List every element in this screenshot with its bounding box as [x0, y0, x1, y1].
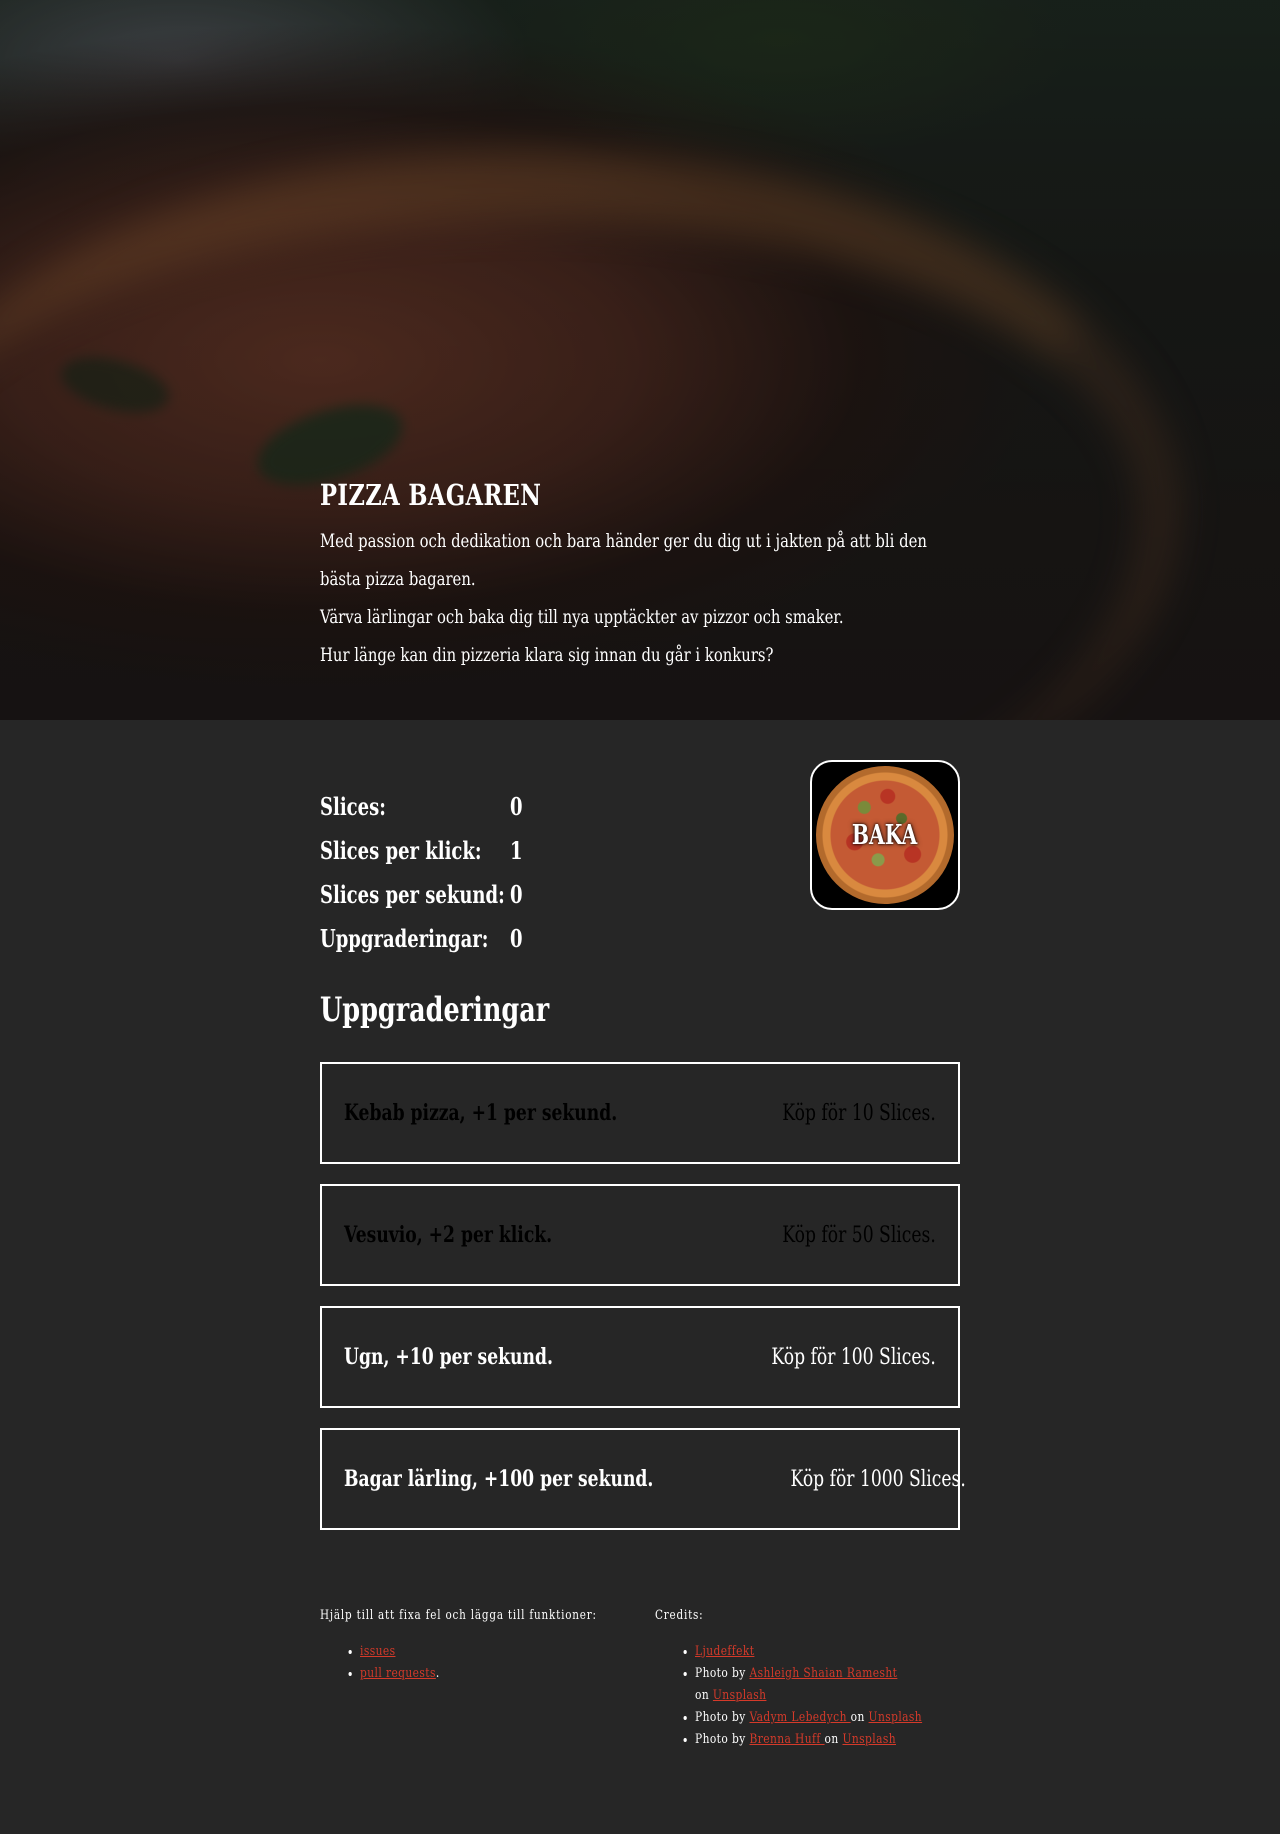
upgrades-heading: Uppgraderingar — [320, 990, 550, 1030]
stat-label: Slices per sekund: — [320, 879, 505, 909]
list-item: Ljudeffekt — [695, 1641, 925, 1663]
photo-on: on — [695, 1688, 713, 1703]
upgrade-price: Köp för 10 Slices. — [782, 1100, 936, 1126]
list-item: Photo by Brenna Huff on Unsplash — [695, 1729, 925, 1751]
photographer-link[interactable]: Vadym Lebedych — [749, 1710, 850, 1725]
footer-help: Hjälp till att fixa fel och lägga till f… — [320, 1608, 640, 1685]
footer-help-heading: Hjälp till att fixa fel och lägga till f… — [320, 1608, 597, 1623]
upgrade-name: Bagar lärling, +100 per sekund. — [344, 1466, 654, 1492]
footer-credits-list: Ljudeffekt Photo by Ashleigh Shaian Rame… — [655, 1641, 975, 1751]
upgrade-price: Köp för 100 Slices. — [771, 1344, 936, 1370]
pull-requests-link[interactable]: pull requests — [360, 1666, 436, 1681]
list-item: pull requests. — [360, 1663, 590, 1685]
baka-button-label: BAKA — [812, 762, 958, 908]
baka-button[interactable]: BAKA — [810, 760, 960, 910]
stats-panel: Slices: 0 Slices per klick: 1 Slices per… — [320, 784, 527, 960]
hero-description: Med passion och dedikation och bara händ… — [320, 522, 960, 674]
stat-upgrades: Uppgraderingar: 0 — [320, 916, 527, 960]
photographer-link[interactable]: Brenna Huff — [749, 1732, 824, 1747]
hero-content: PIZZA BAGAREN Med passion och dedikation… — [320, 478, 960, 674]
upgrade-item-ugn[interactable]: Ugn, +10 per sekund. Köp för 100 Slices. — [320, 1306, 960, 1408]
sound-effect-link[interactable]: Ljudeffekt — [695, 1644, 754, 1659]
unsplash-link[interactable]: Unsplash — [869, 1710, 923, 1725]
footer-credits: Credits: Ljudeffekt Photo by Ashleigh Sh… — [655, 1608, 975, 1751]
photo-prefix: Photo by — [695, 1732, 750, 1747]
list-item: Photo by Ashleigh Shaian Ramesht on Unsp… — [695, 1663, 908, 1707]
footer-help-list: issues pull requests. — [320, 1641, 640, 1685]
stat-value-slices: 0 — [510, 791, 523, 821]
unsplash-link[interactable]: Unsplash — [713, 1688, 767, 1703]
upgrade-price: Köp för 50 Slices. — [782, 1222, 936, 1248]
upgrades-list: Kebab pizza, +1 per sekund. Köp för 10 S… — [320, 1062, 965, 1550]
unsplash-link[interactable]: Unsplash — [842, 1732, 896, 1747]
photo-prefix: Photo by — [695, 1666, 750, 1681]
issues-link[interactable]: issues — [360, 1644, 395, 1659]
stat-label: Slices: — [320, 791, 386, 821]
stat-value-upgrades: 0 — [510, 923, 523, 953]
hero-line: Värva lärlingar och baka dig till nya up… — [320, 606, 844, 628]
stat-label: Slices per klick: — [320, 835, 482, 865]
stat-value-slices-per-click: 1 — [510, 835, 523, 865]
stat-slices-per-click: Slices per klick: 1 — [320, 828, 527, 872]
upgrade-item-kebab-pizza[interactable]: Kebab pizza, +1 per sekund. Köp för 10 S… — [320, 1062, 960, 1164]
hero-line: Hur länge kan din pizzeria klara sig inn… — [320, 644, 774, 666]
upgrade-item-vesuvio[interactable]: Vesuvio, +2 per klick. Köp för 50 Slices… — [320, 1184, 960, 1286]
upgrade-name: Vesuvio, +2 per klick. — [344, 1222, 553, 1248]
list-item: Photo by Vadym Lebedych on Unsplash — [695, 1707, 925, 1729]
photo-prefix: Photo by — [695, 1710, 750, 1725]
stat-slices: Slices: 0 — [320, 784, 527, 828]
stat-slices-per-second: Slices per sekund: 0 — [320, 872, 527, 916]
upgrade-item-bagar-larling[interactable]: Bagar lärling, +100 per sekund. Köp för … — [320, 1428, 965, 1530]
photo-on: on — [850, 1710, 869, 1725]
baka-label-text: BAKA — [852, 819, 918, 851]
upgrade-name: Ugn, +10 per sekund. — [344, 1344, 553, 1370]
list-item: issues — [360, 1641, 590, 1663]
stat-value-slices-per-second: 0 — [510, 879, 523, 909]
page-title: PIZZA BAGAREN — [320, 478, 542, 512]
hero-line: Med passion och dedikation och bara händ… — [320, 530, 927, 590]
hero-banner: PIZZA BAGAREN Med passion och dedikation… — [0, 0, 1280, 720]
upgrade-price: Köp för 1000 Slices. — [790, 1466, 966, 1492]
footer-credits-heading: Credits: — [655, 1608, 704, 1623]
photographer-link[interactable]: Ashleigh Shaian Ramesht — [749, 1666, 897, 1681]
stat-label: Uppgraderingar: — [320, 923, 489, 953]
link-suffix: . — [435, 1666, 440, 1681]
photo-on: on — [824, 1732, 843, 1747]
upgrade-name: Kebab pizza, +1 per sekund. — [344, 1100, 618, 1126]
